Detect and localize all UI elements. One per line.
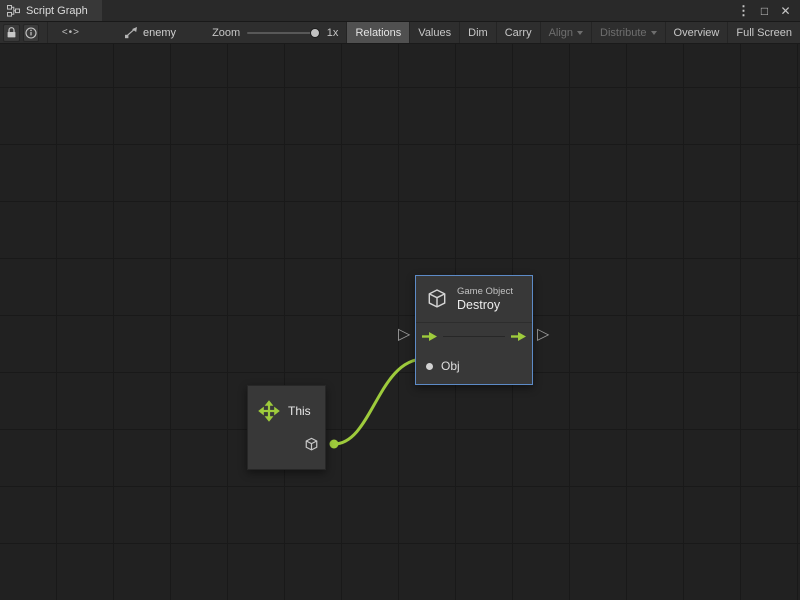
node-this[interactable]: This <box>247 385 326 470</box>
toolbar-button-carry[interactable]: Carry <box>497 22 540 43</box>
toolbar-button-carry-label: Carry <box>505 27 532 39</box>
graph-name-label: enemy <box>143 27 176 39</box>
maximize-icon[interactable]: □ <box>757 1 772 21</box>
toolbar-button-align-label: Align <box>549 27 573 39</box>
flow-output-port[interactable] <box>510 331 527 342</box>
node-destroy-title: Destroy <box>457 298 513 312</box>
this-move-icon <box>257 399 281 423</box>
node-destroy[interactable]: Game Object Destroy Obj <box>415 275 533 385</box>
toolbar-toggle-group: Relations Values Dim Carry Align Distrib… <box>346 22 800 43</box>
dropdown-caret-icon <box>577 31 583 35</box>
flow-ghost-arrow-left: ▷ <box>398 328 410 342</box>
obj-port-label: Obj <box>441 359 460 373</box>
toolbar-button-full-screen-label: Full Screen <box>736 27 792 39</box>
code-preview-icon[interactable]: <•> <box>62 27 80 38</box>
toolbar-button-align[interactable]: Align <box>541 22 591 43</box>
toolbar-button-distribute-label: Distribute <box>600 27 646 39</box>
titlebar: Script Graph ⋮ □ ✕ <box>0 0 800 22</box>
script-graph-window: Script Graph ⋮ □ ✕ <•> <box>0 0 800 600</box>
toolbar-button-values[interactable]: Values <box>410 22 459 43</box>
toolbar-button-dim[interactable]: Dim <box>460 22 496 43</box>
zoom-slider-track[interactable] <box>247 32 320 34</box>
toolbar-button-dim-label: Dim <box>468 27 488 39</box>
toolbar-button-values-label: Values <box>418 27 451 39</box>
flow-ghost-arrow-right: ▷ <box>537 328 549 342</box>
lock-button[interactable] <box>3 24 20 42</box>
dropdown-caret-icon <box>651 31 657 35</box>
tab-title: Script Graph <box>26 5 88 17</box>
node-destroy-header: Game Object Destroy <box>416 276 532 322</box>
tab-script-graph[interactable]: Script Graph <box>0 0 102 21</box>
relation-line <box>443 336 505 337</box>
graph-reference[interactable]: enemy <box>124 26 176 39</box>
info-icon <box>25 27 37 39</box>
graph-canvas[interactable]: ▷ ▷ Game Object Destroy <box>0 44 800 600</box>
toolbar-button-distribute[interactable]: Distribute <box>592 22 664 43</box>
zoom-slider[interactable] <box>247 26 320 40</box>
titlebar-actions: ⋮ □ ✕ <box>736 0 800 21</box>
graph-asset-icon <box>124 26 138 39</box>
node-destroy-category: Game Object <box>457 286 513 298</box>
node-destroy-flow-row <box>416 322 532 350</box>
zoom-slider-knob[interactable] <box>310 28 320 38</box>
close-icon[interactable]: ✕ <box>778 1 793 21</box>
node-this-header: This <box>248 386 325 423</box>
node-destroy-obj-row: Obj <box>416 350 532 382</box>
info-button[interactable] <box>23 24 40 42</box>
flow-input-port[interactable] <box>421 331 438 342</box>
connection-layer <box>0 44 800 600</box>
node-destroy-titles: Game Object Destroy <box>457 286 513 312</box>
script-graph-tab-icon <box>7 5 20 17</box>
graph-toolbar: <•> enemy Zoom 1x Relations Values <box>0 22 800 44</box>
zoom-label: Zoom <box>212 27 240 39</box>
toolbar-button-relations-label: Relations <box>355 27 401 39</box>
toolbar-button-full-screen[interactable]: Full Screen <box>728 22 800 43</box>
node-this-title: This <box>288 404 311 418</box>
game-object-cube-icon <box>426 288 448 310</box>
zoom-value: 1x <box>327 27 339 39</box>
toolbar-button-overview[interactable]: Overview <box>666 22 728 43</box>
toolbar-button-relations[interactable]: Relations <box>347 22 409 43</box>
window-menu-kebab-icon[interactable]: ⋮ <box>736 1 751 21</box>
toolbar-button-overview-label: Overview <box>674 27 720 39</box>
toolbar-separator <box>47 22 48 43</box>
this-output-cube-icon <box>304 437 319 452</box>
this-output-port[interactable] <box>330 440 339 449</box>
lock-icon <box>6 27 17 39</box>
obj-input-port[interactable] <box>426 363 433 370</box>
connection-wire-this-to-obj[interactable] <box>334 359 424 444</box>
